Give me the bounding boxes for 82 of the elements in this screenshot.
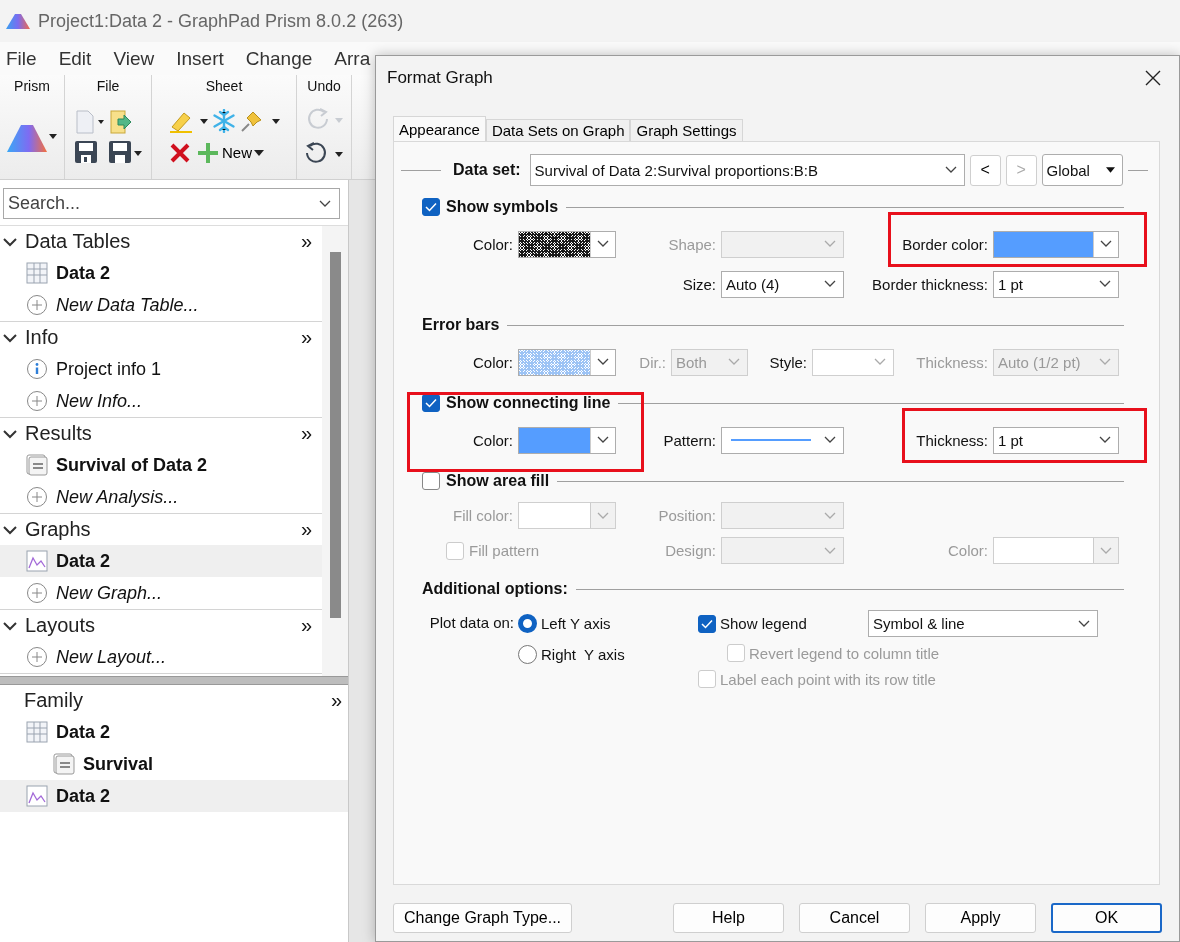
ribbon-group-label: File: [96, 78, 120, 94]
section-title[interactable]: Graphs: [25, 518, 301, 541]
field-label: Shape:: [668, 235, 716, 253]
scope-dropdown[interactable]: Global: [1041, 154, 1123, 186]
previous-button[interactable]: <: [969, 154, 1001, 186]
tree-item[interactable]: New Graph...: [0, 577, 322, 609]
field-label: Fill color:: [453, 507, 513, 524]
tree-item[interactable]: Survival of Data 2: [0, 449, 322, 481]
dropdown[interactable]: 1 pt: [993, 426, 1119, 454]
ribbon-group-label: Undo: [307, 78, 341, 94]
field-label: Plot data on:: [428, 613, 514, 633]
dialog-title: Format Graph: [387, 67, 493, 88]
more-button[interactable]: »: [300, 422, 312, 445]
tab[interactable]: Graph Settings: [630, 119, 743, 141]
dialog-button[interactable]: OK: [1051, 903, 1162, 933]
field-label: Color:: [473, 235, 513, 253]
dropdown[interactable]: 1 pt: [993, 270, 1119, 298]
menu-item[interactable]: Edit: [58, 47, 92, 70]
field-label: Data set:: [453, 161, 521, 179]
section-title[interactable]: Info: [25, 326, 301, 349]
section-title: Show symbols: [446, 198, 559, 216]
field-label: Dir.:: [639, 353, 666, 371]
dialog-button[interactable]: Apply: [925, 903, 1036, 933]
tree-item[interactable]: Data 2: [0, 545, 322, 577]
radio-label: Left Y axis: [541, 615, 611, 632]
section-title: Show area fill: [446, 472, 550, 490]
menu-item[interactable]: Change: [245, 47, 313, 70]
section-title[interactable]: Data Tables: [25, 230, 301, 253]
tree-item[interactable]: Data 2: [0, 716, 348, 748]
field-label: Thickness:: [916, 353, 988, 371]
field-label: Color:: [948, 542, 988, 559]
ribbon-group-label: Prism: [14, 78, 50, 94]
new-button[interactable]: New: [196, 140, 264, 165]
tab[interactable]: Data Sets on Graph: [485, 119, 631, 141]
tree-item[interactable]: New Data Table...: [0, 289, 322, 321]
field-label: Size:: [682, 275, 716, 293]
data-set-dropdown[interactable]: Survival of Data 2:Survival proportions:B:B: [529, 154, 965, 186]
dialog-button[interactable]: Change Graph Type...: [393, 903, 572, 933]
more-button[interactable]: »: [300, 518, 312, 541]
section-title[interactable]: Layouts: [25, 614, 301, 637]
search-field[interactable]: Search...: [3, 188, 340, 219]
field-label: Pattern:: [663, 431, 716, 449]
tree-item[interactable]: Data 2: [0, 780, 348, 812]
dropdown[interactable]: Auto (4): [721, 270, 844, 298]
menu-item[interactable]: Insert: [176, 47, 224, 70]
tree-item[interactable]: New Layout...: [0, 641, 322, 673]
section-title: Show connecting line: [446, 394, 611, 412]
checkbox-label: Fill pattern: [469, 542, 540, 559]
menu-item[interactable]: View: [113, 47, 155, 70]
tree-item[interactable]: New Info...: [0, 385, 322, 417]
tab[interactable]: Appearance: [393, 116, 486, 141]
more-button[interactable]: »: [300, 326, 312, 349]
dialog-button[interactable]: Cancel: [799, 903, 910, 933]
field-label: Border color:: [902, 235, 988, 253]
dialog-button[interactable]: Help: [673, 903, 784, 933]
window-title: Project1:Data 2 - GraphPad Prism 8.0.2 (263): [38, 10, 404, 32]
legend-style-dropdown[interactable]: Symbol & line: [868, 610, 1098, 637]
field-label: Color:: [473, 353, 513, 371]
menu-item[interactable]: Arra: [334, 47, 371, 70]
tree-item[interactable]: Data 2: [0, 257, 322, 289]
menu-item[interactable]: File: [6, 47, 37, 70]
checkbox-label: Label each point with its row title: [720, 670, 936, 688]
field-label: Thickness:: [916, 431, 988, 449]
field-label: Style:: [769, 353, 807, 371]
more-button[interactable]: »: [330, 689, 342, 712]
section-title: Error bars: [422, 316, 500, 334]
section-title: Additional options:: [422, 580, 568, 598]
checkbox-label: Revert legend to column title: [749, 644, 940, 662]
more-button[interactable]: »: [300, 614, 312, 637]
more-button[interactable]: »: [300, 230, 312, 253]
checkbox-label: Show legend: [720, 615, 808, 632]
field-label: Design:: [665, 542, 716, 559]
radio-label: Right Y axis: [541, 646, 625, 663]
section-title: Family: [24, 689, 84, 712]
tree-item[interactable]: New Analysis...: [0, 481, 322, 513]
field-label: Position:: [658, 507, 716, 524]
ribbon-group-label: Sheet: [205, 78, 243, 94]
field-label: Border thickness:: [872, 275, 988, 293]
tree-item[interactable]: Project info 1: [0, 353, 322, 385]
tree-item[interactable]: Survival: [0, 748, 348, 780]
section-title[interactable]: Results: [25, 422, 301, 445]
field-label: Color:: [473, 431, 513, 449]
